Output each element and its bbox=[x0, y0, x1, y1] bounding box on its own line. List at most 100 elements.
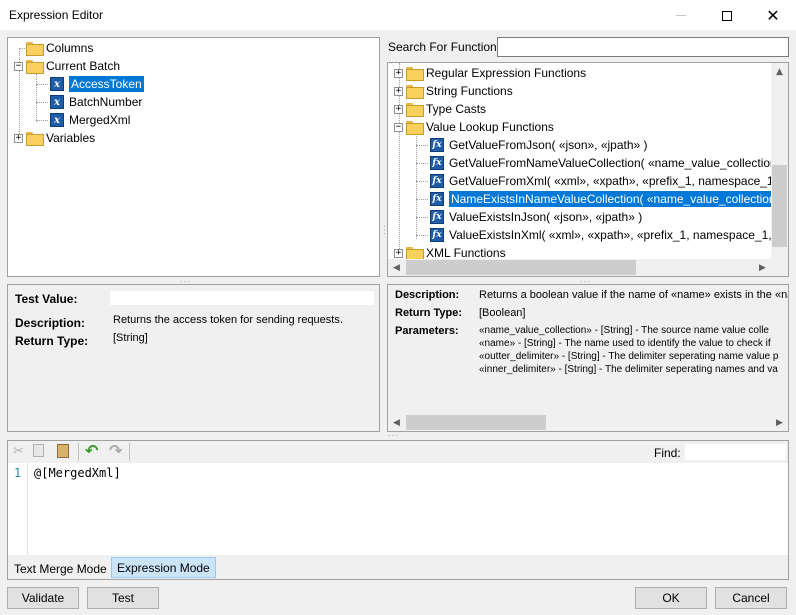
cut-icon[interactable]: ✂ bbox=[13, 443, 24, 459]
function-item[interactable]: fx GetValueFromJson( «json», «jpath» ) bbox=[430, 136, 648, 154]
functions-vertical-scrollbar[interactable]: ▲ bbox=[771, 63, 788, 259]
expand-icon[interactable]: + bbox=[14, 133, 23, 143]
function-item-selected[interactable]: fx NameExistsInNameValueCollection( «nam… bbox=[430, 190, 788, 208]
close-icon: ✕ bbox=[766, 5, 780, 25]
tab-text-merge-mode[interactable]: Text Merge Mode bbox=[13, 560, 108, 578]
line-number: 1 bbox=[14, 466, 22, 480]
folder-icon bbox=[406, 85, 424, 99]
function-icon: fx bbox=[430, 228, 444, 242]
function-icon: fx bbox=[430, 192, 444, 206]
folder-icon bbox=[26, 42, 44, 56]
function-item[interactable]: fx ValueExistsInXml( «xml», «xpath», «pr… bbox=[430, 226, 788, 244]
minimize-icon bbox=[676, 15, 686, 16]
function-icon: fx bbox=[430, 174, 444, 188]
tree-item-batch-number[interactable]: x BatchNumber bbox=[50, 93, 142, 111]
undo-icon[interactable]: ↶ bbox=[85, 441, 98, 460]
find-label: Find: bbox=[654, 446, 681, 460]
variable-icon: x bbox=[50, 95, 64, 109]
minimize-button[interactable] bbox=[658, 0, 704, 31]
tree-item-access-token[interactable]: x AccessToken bbox=[50, 75, 144, 93]
description-label: Description: bbox=[395, 289, 460, 301]
editor-toolbar: ✂ ↶ ↷ Find: bbox=[8, 441, 788, 463]
parameter-line: «inner_delimiter» - [String] - The delim… bbox=[479, 364, 778, 375]
collapse-icon[interactable]: − bbox=[394, 122, 403, 132]
test-value-label: Test Value: bbox=[15, 292, 78, 306]
collapse-icon[interactable]: − bbox=[14, 61, 23, 71]
folder-open-icon bbox=[406, 121, 424, 135]
scroll-right-icon[interactable]: ▶ bbox=[754, 259, 771, 276]
return-type-label: Return Type: bbox=[395, 307, 463, 319]
search-input[interactable] bbox=[497, 37, 789, 57]
expand-icon[interactable]: + bbox=[394, 248, 403, 258]
tree-item-variables[interactable]: + Variables bbox=[14, 129, 95, 147]
parameter-line: «name_value_collection» - [String] - The… bbox=[479, 325, 769, 336]
test-button[interactable]: Test bbox=[87, 587, 159, 609]
expand-icon[interactable]: + bbox=[394, 104, 403, 114]
details-horizontal-scrollbar[interactable]: ◀ ▶ bbox=[388, 414, 788, 431]
ok-button[interactable]: OK bbox=[635, 587, 707, 609]
folder-icon bbox=[406, 103, 424, 117]
folder-icon bbox=[26, 132, 44, 146]
scroll-up-icon[interactable]: ▲ bbox=[771, 63, 788, 80]
maximize-button[interactable] bbox=[704, 0, 750, 31]
tree-item-regex-functions[interactable]: + Regular Expression Functions bbox=[394, 64, 586, 82]
expression-editor-area: ✂ ↶ ↷ Find: 1 @[MergedXml] Text Merge Mo… bbox=[7, 440, 789, 580]
return-type-text: [String] bbox=[113, 332, 148, 344]
close-button[interactable]: ✕ bbox=[750, 0, 796, 31]
parameter-line: «outter_delimiter» - [String] - The deli… bbox=[479, 351, 779, 362]
validate-button[interactable]: Validate bbox=[7, 587, 79, 609]
find-input[interactable] bbox=[685, 444, 786, 460]
tree-item-value-lookup-functions[interactable]: − Value Lookup Functions bbox=[394, 118, 554, 136]
window-title: Expression Editor bbox=[9, 8, 104, 22]
folder-icon bbox=[406, 67, 424, 81]
scroll-left-icon[interactable]: ◀ bbox=[388, 414, 405, 431]
function-item[interactable]: fx GetValueFromXml( «xml», «xpath», «pre… bbox=[430, 172, 788, 190]
paste-icon[interactable] bbox=[57, 444, 69, 458]
maximize-icon bbox=[722, 10, 732, 21]
return-type-label: Return Type: bbox=[15, 334, 89, 348]
code-editor[interactable]: 1 @[MergedXml] bbox=[8, 463, 788, 555]
function-item[interactable]: fx ValueExistsInJson( «json», «jpath» ) bbox=[430, 208, 642, 226]
function-icon: fx bbox=[430, 138, 444, 152]
folder-open-icon bbox=[26, 60, 44, 74]
function-icon: fx bbox=[430, 210, 444, 224]
variable-icon: x bbox=[50, 77, 64, 91]
expand-icon[interactable]: + bbox=[394, 86, 403, 96]
function-details: Description: Returns a boolean value if … bbox=[387, 284, 789, 432]
expand-icon[interactable]: + bbox=[394, 68, 403, 78]
variable-icon: x bbox=[50, 113, 64, 127]
test-value-input[interactable] bbox=[110, 291, 374, 305]
parameter-line: «name» - [String] - The name used to ide… bbox=[479, 338, 771, 349]
parameters-label: Parameters: bbox=[395, 325, 459, 337]
folder-icon bbox=[406, 247, 424, 261]
redo-icon[interactable]: ↷ bbox=[109, 441, 122, 460]
scroll-right-icon[interactable]: ▶ bbox=[771, 414, 788, 431]
scroll-thumb[interactable] bbox=[406, 415, 546, 430]
description-text: Returns the access token for sending req… bbox=[113, 314, 343, 326]
line-number-gutter: 1 bbox=[8, 463, 28, 555]
cancel-button[interactable]: Cancel bbox=[715, 587, 787, 609]
function-item[interactable]: fx GetValueFromNameValueCollection( «nam… bbox=[430, 154, 788, 172]
tree-item-type-casts[interactable]: + Type Casts bbox=[394, 100, 486, 118]
functions-horizontal-scrollbar[interactable]: ◀ ▶ bbox=[388, 259, 788, 276]
code-text: @[MergedXml] bbox=[34, 466, 121, 480]
description-label: Description: bbox=[15, 316, 86, 330]
copy-icon[interactable] bbox=[33, 444, 44, 457]
variables-tree: Columns − Current Batch x AccessToken x … bbox=[7, 37, 380, 277]
tree-item-columns[interactable]: Columns bbox=[14, 39, 93, 57]
tab-expression-mode[interactable]: Expression Mode bbox=[111, 557, 216, 578]
search-label: Search For Function: bbox=[388, 40, 501, 54]
scroll-thumb[interactable] bbox=[406, 260, 636, 275]
function-icon: fx bbox=[430, 156, 444, 170]
tree-item-string-functions[interactable]: + String Functions bbox=[394, 82, 513, 100]
tree-item-current-batch[interactable]: − Current Batch bbox=[14, 57, 120, 75]
variable-details: Test Value: Description: Returns the acc… bbox=[7, 284, 380, 432]
editor-splitter[interactable]: ··· bbox=[388, 431, 399, 440]
tree-item-merged-xml[interactable]: x MergedXml bbox=[50, 111, 130, 129]
title-bar: Expression Editor ✕ bbox=[0, 0, 796, 31]
functions-tree: + Regular Expression Functions + String … bbox=[387, 62, 789, 277]
scroll-thumb[interactable] bbox=[772, 165, 787, 247]
description-text: Returns a boolean value if the name of «… bbox=[479, 289, 789, 301]
return-type-text: [Boolean] bbox=[479, 307, 526, 319]
scroll-left-icon[interactable]: ◀ bbox=[388, 259, 405, 276]
